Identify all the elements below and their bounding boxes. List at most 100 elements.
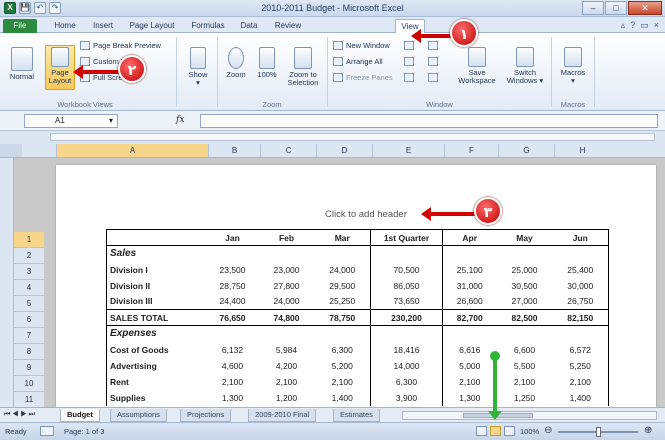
row-header[interactable]: 2 xyxy=(14,248,44,264)
table-cell[interactable]: 5,200 xyxy=(315,358,371,374)
table-cell[interactable]: 2,100 xyxy=(259,374,315,390)
row-label[interactable]: Advertising xyxy=(106,357,207,374)
view-side-by-side-button[interactable] xyxy=(428,41,438,50)
macros-button[interactable]: Macros ▾ xyxy=(556,47,590,85)
column-header-c[interactable]: C xyxy=(260,144,316,157)
table-cell[interactable]: 6,572 xyxy=(552,341,609,358)
column-header-f[interactable]: F xyxy=(444,144,498,157)
table-cell[interactable]: 23,500 xyxy=(207,262,259,278)
maximize-button[interactable]: □ xyxy=(605,1,627,15)
table-cell[interactable] xyxy=(207,326,259,342)
table-cell[interactable]: 23,000 xyxy=(259,262,315,278)
row-header[interactable]: 5 xyxy=(14,296,44,312)
table-cell[interactable] xyxy=(497,246,553,262)
table-cell[interactable]: 26,750 xyxy=(552,293,609,310)
table-cell[interactable]: 25,400 xyxy=(552,261,609,278)
zoom-level[interactable]: 100% xyxy=(520,427,539,436)
header-cell[interactable]: Mar xyxy=(314,229,371,246)
zoom-button[interactable]: Zoom xyxy=(222,47,250,79)
table-cell[interactable]: 1,200 xyxy=(259,390,315,406)
table-cell[interactable]: 82,500 xyxy=(496,309,553,326)
row-label[interactable]: Rent xyxy=(106,373,207,390)
table-cell[interactable]: 1,300 xyxy=(207,390,259,406)
add-header-placeholder[interactable]: Click to add header xyxy=(325,209,407,220)
table-cell[interactable] xyxy=(552,325,609,342)
table-cell[interactable] xyxy=(259,326,315,342)
table-cell[interactable] xyxy=(443,326,497,342)
row-label[interactable]: Division III xyxy=(106,293,207,310)
table-cell[interactable] xyxy=(552,245,609,262)
table-cell[interactable]: 30,500 xyxy=(497,278,553,294)
table-cell[interactable]: 4,600 xyxy=(207,358,259,374)
table-cell[interactable]: 18,416 xyxy=(370,341,443,358)
table-cell[interactable]: 2,100 xyxy=(315,374,371,390)
header-cell[interactable]: Apr xyxy=(442,229,497,246)
section-label[interactable]: Expenses xyxy=(106,325,207,342)
row-label[interactable]: Division I xyxy=(106,261,207,278)
table-cell[interactable] xyxy=(315,246,371,262)
horizontal-scrollbar[interactable] xyxy=(402,411,657,420)
header-cell[interactable]: 1st Quarter xyxy=(370,229,443,246)
page-break-preview-button[interactable]: Page Break Preview xyxy=(80,41,161,50)
table-cell[interactable]: 6,616 xyxy=(443,342,497,358)
row-header[interactable]: 6 xyxy=(14,312,44,328)
table-cell[interactable] xyxy=(207,246,259,262)
minimize-ribbon-icon[interactable]: ▵ xyxy=(621,20,626,31)
close-workbook-icon[interactable]: × xyxy=(654,20,659,31)
zoom-to-selection-button[interactable]: Zoom to Selection xyxy=(284,47,322,87)
table-cell[interactable] xyxy=(259,246,315,262)
macro-record-icon[interactable] xyxy=(40,426,54,436)
row-label[interactable]: SALES TOTAL xyxy=(106,309,207,326)
table-cell[interactable]: 29,500 xyxy=(315,278,371,294)
table-cell[interactable]: 6,132 xyxy=(207,342,259,358)
tab-formulas[interactable]: Formulas xyxy=(186,19,230,33)
row-header[interactable]: 1 xyxy=(14,232,44,248)
sheet-tab-assumptions[interactable]: Assumptions xyxy=(110,409,167,422)
table-cell[interactable]: 3,900 xyxy=(370,389,443,406)
normal-view-status-button[interactable] xyxy=(476,426,487,436)
table-cell[interactable]: 14,000 xyxy=(370,357,443,374)
minimize-button[interactable]: – xyxy=(582,1,604,15)
save-workspace-button[interactable]: Save Workspace xyxy=(454,47,500,85)
sheet-tab-projections[interactable]: Projections xyxy=(180,409,232,422)
sync-scroll-button[interactable] xyxy=(428,57,438,66)
tab-review[interactable]: Review xyxy=(268,19,308,33)
new-window-button[interactable]: New Window xyxy=(333,41,390,50)
restore-icon[interactable]: ▭ xyxy=(640,20,649,31)
table-cell[interactable]: 25,250 xyxy=(315,294,371,310)
freeze-panes-button[interactable]: Freeze Panes xyxy=(333,73,393,82)
table-cell[interactable]: 5,250 xyxy=(552,357,609,374)
table-cell[interactable] xyxy=(370,245,443,262)
table-cell[interactable] xyxy=(443,246,497,262)
table-cell[interactable]: 74,800 xyxy=(258,309,315,326)
tab-insert[interactable]: Insert xyxy=(86,19,120,33)
column-header-b[interactable]: B xyxy=(208,144,260,157)
page-layout-view-button[interactable]: Page Layout xyxy=(45,47,75,85)
table-cell[interactable]: 2,100 xyxy=(207,374,259,390)
row-label[interactable]: Supplies xyxy=(106,389,207,406)
table-cell[interactable] xyxy=(106,229,207,246)
table-cell[interactable]: 5,984 xyxy=(259,342,315,358)
table-cell[interactable]: 25,100 xyxy=(443,262,497,278)
column-header-h[interactable]: H xyxy=(554,144,610,157)
name-box[interactable]: A1 ▾ xyxy=(24,114,118,128)
zoom-out-icon[interactable]: ⊖ xyxy=(544,425,552,436)
table-cell[interactable] xyxy=(315,326,371,342)
table-cell[interactable]: 1,400 xyxy=(552,389,609,406)
table-cell[interactable]: 2,100 xyxy=(497,374,553,390)
table-cell[interactable]: 31,000 xyxy=(443,278,497,294)
table-cell[interactable]: 5,000 xyxy=(443,358,497,374)
row-header[interactable]: 11 xyxy=(14,392,44,408)
row-header[interactable]: 3 xyxy=(14,264,44,280)
zoom-100-button[interactable]: 100% xyxy=(254,47,280,79)
column-header-e[interactable]: E xyxy=(372,144,444,157)
table-cell[interactable]: 28,750 xyxy=(207,278,259,294)
header-cell[interactable]: Jan xyxy=(206,229,259,246)
table-cell[interactable]: 1,400 xyxy=(315,390,371,406)
table-cell[interactable]: 73,650 xyxy=(370,293,443,310)
row-header[interactable]: 4 xyxy=(14,280,44,296)
table-cell[interactable]: 25,000 xyxy=(497,262,553,278)
table-cell[interactable]: 30,000 xyxy=(552,277,609,294)
table-cell[interactable]: 24,400 xyxy=(207,294,259,310)
table-cell[interactable]: 2,100 xyxy=(443,374,497,390)
